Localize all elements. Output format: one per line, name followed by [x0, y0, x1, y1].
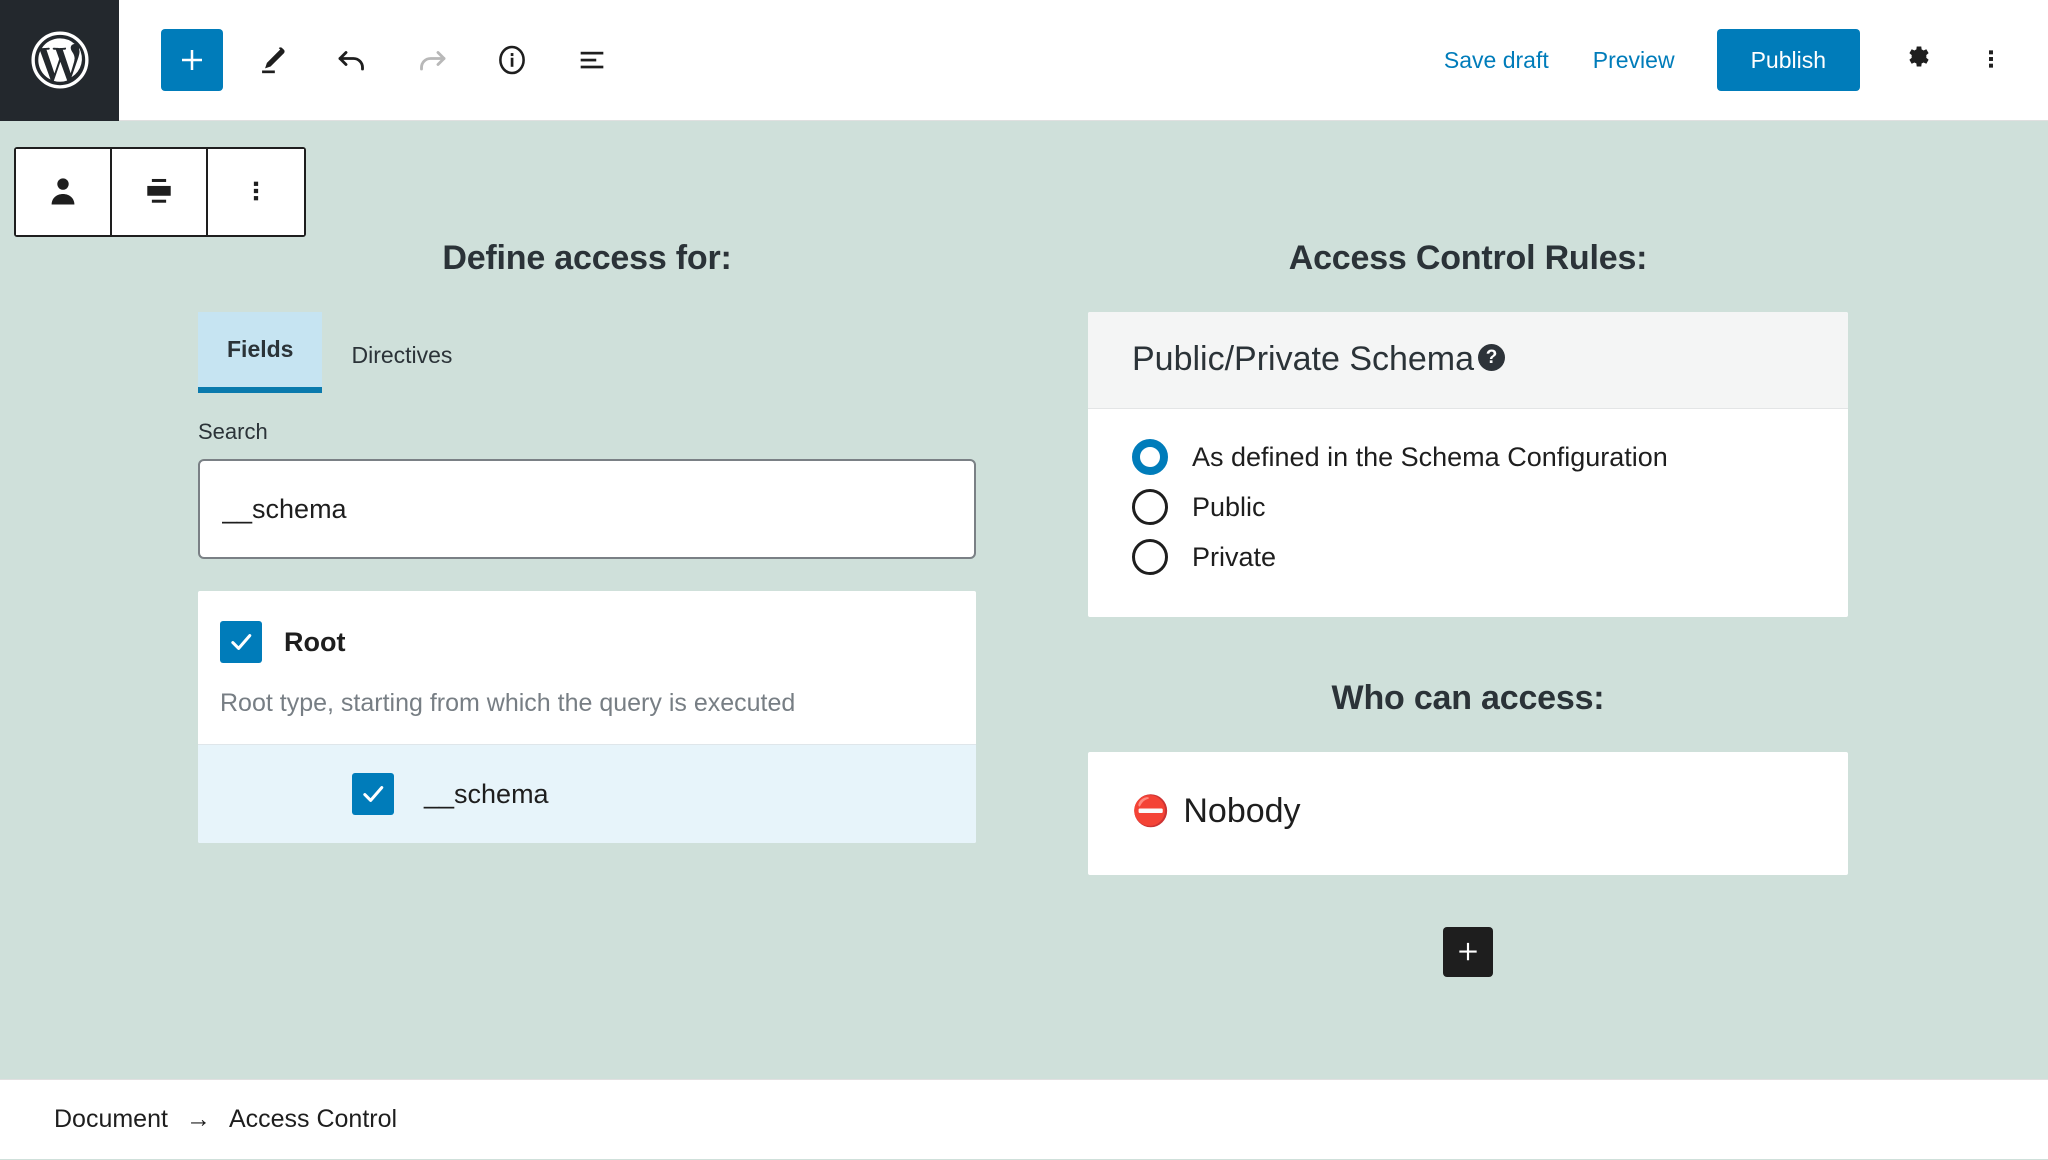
gear-icon — [1903, 43, 1935, 78]
plus-icon — [1455, 938, 1481, 967]
root-description: Root type, starting from which the query… — [220, 689, 796, 717]
rule-card-body: As defined in the Schema Configuration P… — [1088, 409, 1848, 617]
save-draft-button[interactable]: Save draft — [1422, 33, 1571, 88]
breadcrumb-access-control[interactable]: Access Control — [227, 1101, 399, 1138]
edit-tool-button[interactable] — [241, 29, 303, 91]
who-can-access-title: Who can access: — [1331, 679, 1605, 717]
search-input[interactable] — [198, 459, 976, 559]
list-item-root: Root Root type, starting from which the … — [198, 591, 976, 744]
public-private-schema-card: Public/Private Schema ? As defined in th… — [1088, 312, 1848, 617]
block-toolbar — [14, 147, 306, 237]
more-vertical-icon — [1977, 45, 2005, 76]
radio-option-public[interactable]: Public — [1132, 489, 1804, 525]
list-view-icon — [575, 43, 609, 77]
radio-public-label: Public — [1192, 491, 1266, 522]
add-block-button[interactable] — [161, 29, 223, 91]
wordpress-logo-icon — [29, 29, 91, 91]
schema-checkbox[interactable] — [352, 773, 394, 815]
header-right-actions: Save draft Preview Publish — [1422, 29, 2048, 91]
rule-card-title: Public/Private Schema — [1132, 340, 1475, 378]
wordpress-logo-button[interactable] — [0, 0, 119, 121]
access-control-rules-title: Access Control Rules: — [1288, 239, 1648, 277]
settings-button[interactable] — [1888, 29, 1950, 91]
list-item-schema[interactable]: __schema — [198, 744, 976, 843]
tab-directives[interactable]: Directives — [322, 318, 481, 393]
align-center-button[interactable] — [112, 149, 208, 235]
search-label: Search — [198, 419, 268, 444]
radio-as-defined-label: As defined in the Schema Configuration — [1192, 441, 1668, 472]
radio-option-private[interactable]: Private — [1132, 539, 1804, 575]
publish-button[interactable]: Publish — [1716, 29, 1860, 91]
redo-button[interactable] — [401, 29, 463, 91]
define-access-column: Define access for: Fields Directives Sea… — [0, 239, 1024, 977]
rule-card-header: Public/Private Schema ? — [1088, 312, 1848, 409]
root-checkbox[interactable] — [220, 621, 262, 663]
access-control-rules-column: Access Control Rules: Public/Private Sch… — [1024, 239, 2048, 977]
undo-button[interactable] — [321, 29, 383, 91]
pencil-icon — [255, 43, 289, 77]
more-options-button[interactable] — [1960, 29, 2022, 91]
block-options-button[interactable] — [208, 149, 304, 235]
no-entry-icon: ⛔ — [1132, 794, 1170, 828]
question-mark-icon[interactable]: ? — [1478, 344, 1506, 371]
entity-type-tabs: Fields Directives — [198, 312, 976, 393]
breadcrumb-separator: → — [185, 1105, 211, 1133]
radio-public-indicator[interactable] — [1132, 489, 1168, 525]
add-rule-row — [1088, 927, 1848, 977]
root-row-head: Root — [220, 621, 954, 663]
plus-icon — [177, 45, 207, 75]
block-type-user-button[interactable] — [16, 149, 112, 235]
schema-label: __schema — [424, 778, 549, 809]
radio-private-indicator[interactable] — [1132, 539, 1168, 575]
who-entry-nobody: ⛔ Nobody — [1132, 792, 1804, 831]
radio-option-as-defined[interactable]: As defined in the Schema Configuration — [1132, 439, 1804, 475]
user-icon — [44, 172, 82, 213]
align-center-icon — [140, 172, 178, 213]
preview-button[interactable]: Preview — [1571, 33, 1697, 88]
editor-canvas: Define access for: Fields Directives Sea… — [0, 121, 2048, 1159]
editor-header: Save draft Preview Publish — [0, 0, 2048, 121]
header-left-tools — [119, 29, 623, 91]
who-can-access-card: ⛔ Nobody — [1088, 752, 1848, 875]
radio-as-defined-indicator[interactable] — [1132, 439, 1168, 475]
who-entry-label: Nobody — [1183, 792, 1301, 830]
root-label: Root — [284, 626, 346, 657]
breadcrumb-document[interactable]: Document — [52, 1101, 170, 1138]
define-access-title: Define access for: — [442, 239, 732, 277]
field-list-card: Root Root type, starting from which the … — [198, 591, 976, 843]
list-view-button[interactable] — [561, 29, 623, 91]
undo-arrow-icon — [334, 42, 370, 78]
add-rule-button[interactable] — [1443, 927, 1493, 977]
tab-fields[interactable]: Fields — [198, 312, 323, 393]
radio-private-label: Private — [1192, 541, 1277, 572]
more-vertical-icon — [240, 175, 272, 210]
info-circle-icon — [495, 43, 529, 77]
editor-footer: Document → Access Control — [0, 1079, 2048, 1159]
details-button[interactable] — [481, 29, 543, 91]
access-control-columns: Define access for: Fields Directives Sea… — [0, 239, 2048, 977]
redo-arrow-icon — [414, 42, 450, 78]
